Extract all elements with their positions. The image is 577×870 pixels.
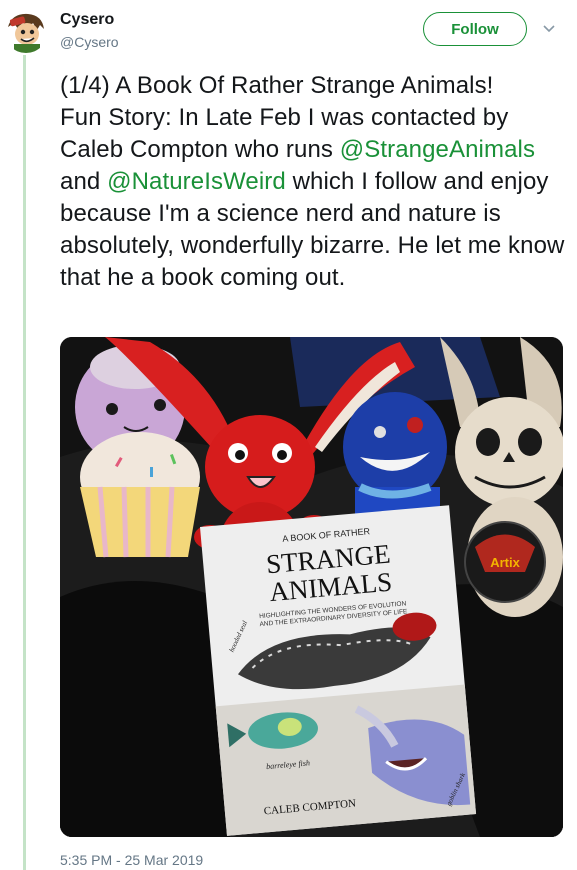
photo-illustration: Artix A BOOK OF RATHER STRANGE ANIMALS H… [60,337,563,837]
artix-badge: Artix [464,521,546,603]
badge-text: Artix [490,555,520,570]
tweet-body-joiner: and [60,168,108,195]
tweet-text: (1/4) A Book Of Rather Strange Animals! … [60,70,570,294]
mention-link-strangeanimals[interactable]: @StrangeAnimals [340,136,535,163]
follow-button-label: Follow [451,20,499,38]
tweet-body: Fun Story: In Late Feb I was contacted b… [60,102,570,294]
chevron-down-icon[interactable] [542,24,556,34]
display-name[interactable]: Cysero [60,11,114,29]
avatar[interactable] [4,9,48,53]
user-handle[interactable]: @Cysero [60,34,119,50]
tweet-timestamp[interactable]: 5:35 PM - 25 Mar 2019 [60,852,203,868]
follow-button[interactable]: Follow [423,12,527,46]
cartoon-avatar-icon [4,9,48,53]
tweet-photo[interactable]: Artix A BOOK OF RATHER STRANGE ANIMALS H… [60,337,563,837]
mention-link-natureisweird[interactable]: @NatureIsWeird [107,168,286,195]
book-cover: A BOOK OF RATHER STRANGE ANIMALS HIGHLIG… [200,505,477,836]
tweet-line-1: (1/4) A Book Of Rather Strange Animals! [60,72,494,99]
thread-line [23,55,26,870]
